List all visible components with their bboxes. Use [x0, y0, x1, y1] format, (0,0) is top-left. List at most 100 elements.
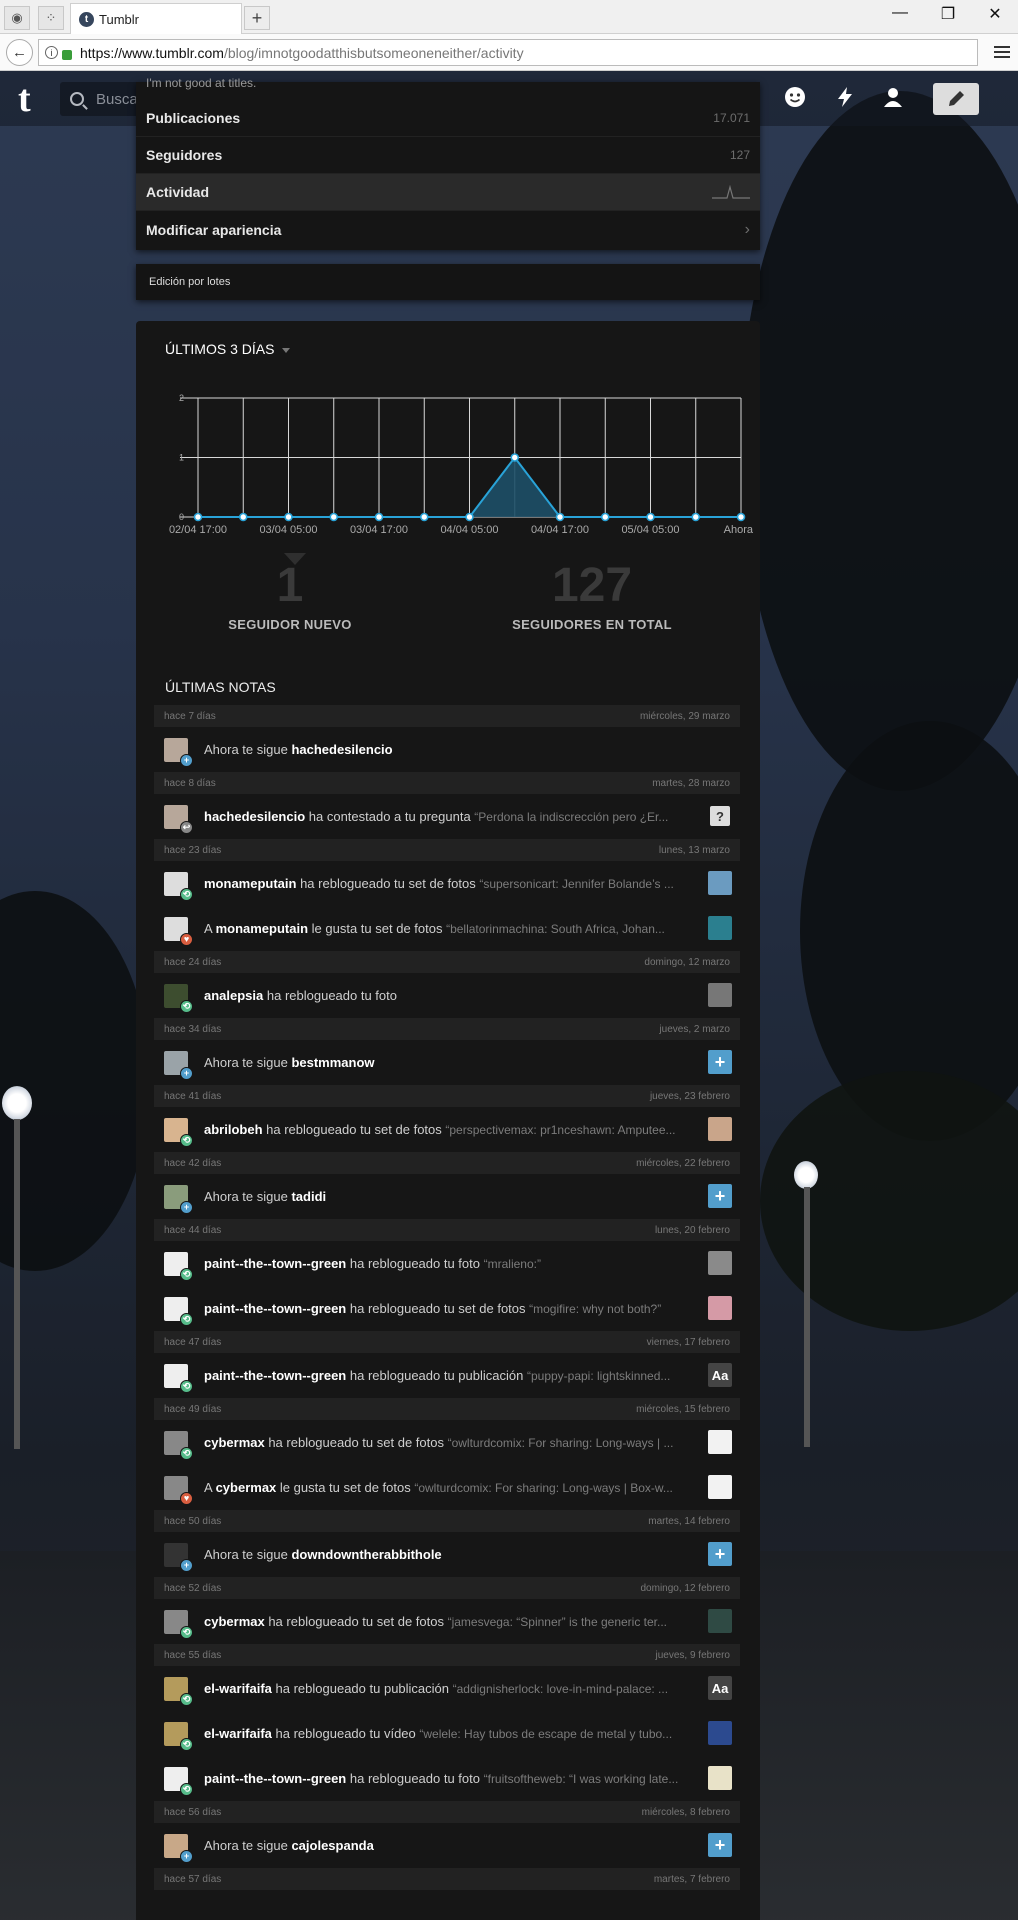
- address-bar[interactable]: i https://www.tumblr.com/blog/imnotgooda…: [38, 39, 978, 66]
- menu-item-followers[interactable]: Seguidores 127: [136, 137, 760, 174]
- chart-point: [510, 453, 520, 462]
- note-username-link[interactable]: paint--the--town--green: [204, 1301, 346, 1316]
- browser-menu-icon[interactable]: ◉: [4, 6, 30, 30]
- text-post-icon[interactable]: Aa: [708, 1363, 732, 1387]
- avatar[interactable]: +: [164, 737, 193, 767]
- browser-tab[interactable]: t Tumblr: [70, 3, 242, 34]
- batch-edit-link[interactable]: Edición por lotes: [136, 264, 760, 300]
- avatar[interactable]: ♥: [164, 1475, 193, 1505]
- smiley-icon[interactable]: [782, 85, 808, 111]
- hamburger-menu-icon[interactable]: [994, 43, 1010, 61]
- account-icon[interactable]: [880, 85, 906, 111]
- post-thumbnail[interactable]: [708, 1766, 732, 1790]
- follow-back-button[interactable]: +: [708, 1542, 732, 1566]
- range-selector[interactable]: ÚLTIMOS 3 DÍAS: [165, 341, 291, 357]
- follow-back-button[interactable]: +: [708, 1184, 732, 1208]
- post-thumbnail[interactable]: [708, 1475, 732, 1499]
- text-post-icon[interactable]: Aa: [708, 1676, 732, 1700]
- note-username-link[interactable]: bestmmanow: [291, 1055, 374, 1070]
- tumblr-logo[interactable]: t: [18, 79, 31, 119]
- tab-groups-icon[interactable]: ⁘: [38, 6, 64, 30]
- menu-item-posts[interactable]: Publicaciones 17.071: [136, 100, 760, 137]
- avatar[interactable]: ⟲: [164, 983, 193, 1013]
- note-username-link[interactable]: el-warifaifa: [204, 1681, 272, 1696]
- note-item[interactable]: + Ahora te sigue bestmmanow +: [154, 1040, 740, 1085]
- note-username-link[interactable]: abrilobeh: [204, 1122, 263, 1137]
- avatar[interactable]: ⟲: [164, 1766, 193, 1796]
- note-item[interactable]: ♥ A cybermax le gusta tu set de fotos “ow…: [154, 1465, 740, 1510]
- note-username-link[interactable]: paint--the--town--green: [204, 1368, 346, 1383]
- avatar[interactable]: ⟲: [164, 1363, 193, 1393]
- avatar[interactable]: ⟲: [164, 1430, 193, 1460]
- note-username-link[interactable]: analepsia: [204, 988, 263, 1003]
- post-thumbnail[interactable]: [708, 1721, 732, 1745]
- note-username-link[interactable]: el-warifaifa: [204, 1726, 272, 1741]
- note-item[interactable]: + Ahora te sigue tadidi +: [154, 1174, 740, 1219]
- note-item[interactable]: ⟲ monameputain ha reblogueado tu set de f…: [154, 861, 740, 906]
- post-thumbnail[interactable]: [708, 1117, 732, 1141]
- note-username-link[interactable]: cybermax: [204, 1614, 265, 1629]
- note-username-link[interactable]: cybermax: [216, 1480, 277, 1495]
- avatar[interactable]: ⟲: [164, 1721, 193, 1751]
- note-item[interactable]: ↩ hachedesilencio ha contestado a tu preg…: [154, 794, 740, 839]
- note-item[interactable]: + Ahora te sigue cajolespanda +: [154, 1823, 740, 1868]
- note-username-link[interactable]: tadidi: [291, 1189, 326, 1204]
- note-item[interactable]: ♥ A monameputain le gusta tu set de fotos…: [154, 906, 740, 951]
- note-item[interactable]: + Ahora te sigue hachedesilencio: [154, 727, 740, 772]
- note-item[interactable]: ⟲ analepsia ha reblogueado tu foto: [154, 973, 740, 1018]
- note-username-link[interactable]: cybermax: [204, 1435, 265, 1450]
- note-username-link[interactable]: hachedesilencio: [291, 742, 392, 757]
- note-item[interactable]: ⟲ paint--the--town--green ha reblogueado …: [154, 1756, 740, 1801]
- back-arrow-icon[interactable]: ←: [6, 39, 33, 66]
- question-icon[interactable]: ?: [710, 806, 730, 826]
- note-username-link[interactable]: downdowntherabbithole: [291, 1547, 441, 1562]
- note-item[interactable]: ⟲ paint--the--town--green ha reblogueado …: [154, 1241, 740, 1286]
- minimize-icon[interactable]: —: [885, 4, 915, 22]
- post-thumbnail[interactable]: [708, 916, 732, 940]
- lightning-icon[interactable]: [832, 85, 858, 111]
- menu-item-activity[interactable]: Actividad: [136, 174, 760, 211]
- note-item[interactable]: ⟲ paint--the--town--green ha reblogueado …: [154, 1353, 740, 1398]
- restore-icon[interactable]: ❐: [933, 4, 963, 24]
- post-thumbnail[interactable]: [708, 1609, 732, 1633]
- follow-back-button[interactable]: +: [708, 1050, 732, 1074]
- menu-item-customize[interactable]: Modificar apariencia ›: [136, 211, 760, 248]
- post-thumbnail[interactable]: [708, 1251, 732, 1275]
- note-username-link[interactable]: monameputain: [204, 876, 296, 891]
- info-icon[interactable]: i: [45, 46, 58, 59]
- note-username-link[interactable]: hachedesilencio: [204, 809, 305, 824]
- avatar[interactable]: +: [164, 1184, 193, 1214]
- note-username-link[interactable]: paint--the--town--green: [204, 1771, 346, 1786]
- avatar[interactable]: ⟲: [164, 871, 193, 901]
- date-header: hace 50 días martes, 14 febrero: [154, 1510, 740, 1532]
- note-item[interactable]: ⟲ abrilobeh ha reblogueado tu set de foto…: [154, 1107, 740, 1152]
- avatar[interactable]: ⟲: [164, 1251, 193, 1281]
- note-item[interactable]: ⟲ cybermax ha reblogueado tu set de fotos…: [154, 1599, 740, 1644]
- chart-point: [238, 512, 248, 522]
- avatar[interactable]: ⟲: [164, 1296, 193, 1326]
- post-thumbnail[interactable]: [708, 1430, 732, 1454]
- post-thumbnail[interactable]: [708, 983, 732, 1007]
- post-thumbnail[interactable]: [708, 871, 732, 895]
- avatar[interactable]: ↩: [164, 804, 193, 834]
- note-username-link[interactable]: paint--the--town--green: [204, 1256, 346, 1271]
- avatar[interactable]: ⟲: [164, 1117, 193, 1147]
- avatar[interactable]: ⟲: [164, 1609, 193, 1639]
- note-item[interactable]: + Ahora te sigue downdowntherabbithole +: [154, 1532, 740, 1577]
- note-item[interactable]: ⟲ cybermax ha reblogueado tu set de fotos…: [154, 1420, 740, 1465]
- note-username-link[interactable]: monameputain: [216, 921, 308, 936]
- avatar[interactable]: +: [164, 1833, 193, 1863]
- close-window-icon[interactable]: ✕: [980, 4, 1010, 24]
- avatar[interactable]: ♥: [164, 916, 193, 946]
- note-username-link[interactable]: cajolespanda: [291, 1838, 373, 1853]
- note-item[interactable]: ⟲ paint--the--town--green ha reblogueado …: [154, 1286, 740, 1331]
- post-thumbnail[interactable]: [708, 1296, 732, 1320]
- new-tab-button[interactable]: +: [244, 6, 270, 30]
- avatar[interactable]: +: [164, 1050, 193, 1080]
- note-item[interactable]: ⟲ el-warifaifa ha reblogueado tu publicac…: [154, 1666, 740, 1711]
- avatar[interactable]: +: [164, 1542, 193, 1572]
- follow-back-button[interactable]: +: [708, 1833, 732, 1857]
- compose-button[interactable]: [933, 83, 979, 115]
- note-item[interactable]: ⟲ el-warifaifa ha reblogueado tu vídeo “w…: [154, 1711, 740, 1756]
- avatar[interactable]: ⟲: [164, 1676, 193, 1706]
